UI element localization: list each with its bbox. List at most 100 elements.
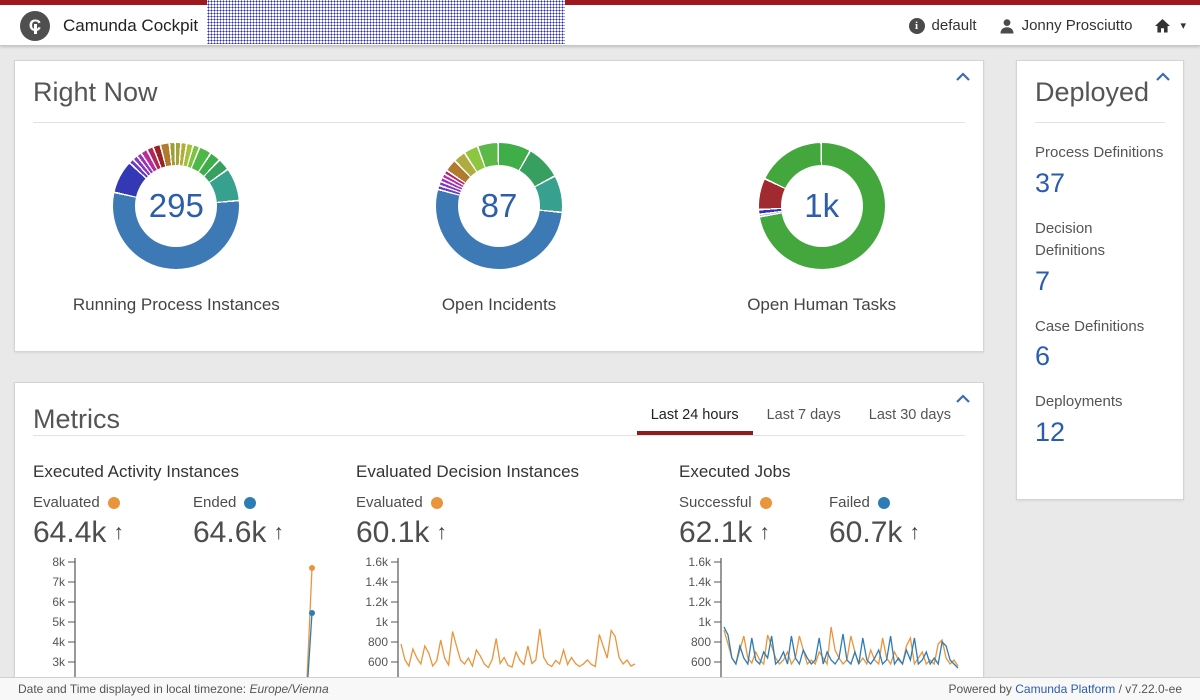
- open-human-tasks-widget: 1k Open Human Tasks: [660, 143, 983, 315]
- app-title: Camunda Cockpit: [63, 15, 199, 35]
- caret-down-icon: ▾: [1180, 20, 1186, 32]
- svg-text:1.2k: 1.2k: [365, 595, 389, 609]
- executed-activity-instances-widget: Executed Activity Instances Evaluated En…: [33, 436, 356, 700]
- donut-count[interactable]: 87: [458, 165, 540, 247]
- deployed-item-label: Case Definitions: [1035, 317, 1145, 335]
- chevron-up-icon: [956, 71, 970, 81]
- legend-evaluated: Evaluated: [33, 494, 193, 511]
- metric-title: Evaluated Decision Instances: [356, 462, 580, 481]
- home-menu[interactable]: ▾: [1154, 18, 1186, 34]
- svg-text:800: 800: [368, 635, 388, 649]
- chevron-up-icon: [1156, 71, 1170, 81]
- process-definitions-count-link[interactable]: 37: [1035, 168, 1165, 199]
- svg-text:800: 800: [691, 635, 711, 649]
- deployed-item-label: Process Definitions: [1035, 144, 1164, 161]
- orange-dot-icon: [430, 496, 443, 509]
- deployed-item-deployments: Deployments 12: [1017, 391, 1183, 448]
- svg-text:1k: 1k: [375, 615, 389, 629]
- svg-text:6k: 6k: [52, 595, 66, 609]
- svg-text:5k: 5k: [52, 615, 66, 629]
- donut-count[interactable]: 295: [135, 165, 218, 247]
- collapse-metrics-button[interactable]: [953, 391, 973, 407]
- deployed-item-case-definitions: Case Definitions 6: [1017, 316, 1183, 373]
- trend-up-icon: ↑: [113, 521, 124, 544]
- divider: [33, 122, 965, 123]
- metrics-range-tabs: Last 24 hours Last 7 days Last 30 days: [636, 397, 965, 435]
- metric-total: 60.1k ↑: [356, 516, 447, 549]
- right-now-title: Right Now: [33, 77, 158, 107]
- metrics-title: Metrics: [33, 404, 120, 434]
- info-icon: i: [908, 17, 925, 34]
- decision-definitions-count-link[interactable]: 7: [1035, 266, 1165, 297]
- svg-text:1.2k: 1.2k: [688, 595, 712, 609]
- metrics-panel: Metrics Last 24 hours Last 7 days Last 3…: [14, 382, 984, 700]
- blue-dot-icon: [877, 496, 890, 509]
- deployed-item-decision-definitions: Decision Definitions 7: [1017, 218, 1183, 297]
- executed-jobs-widget: Executed Jobs Successful Failed 62.1k ↑ …: [679, 436, 979, 700]
- metric-title: Executed Activity Instances: [33, 462, 239, 481]
- svg-text:1.6k: 1.6k: [365, 555, 389, 569]
- svg-text:4k: 4k: [52, 635, 66, 649]
- redacted-area: [207, 0, 565, 44]
- user-icon: [1000, 18, 1014, 33]
- legend-failed: Failed: [829, 494, 979, 511]
- trend-up-icon: ↑: [436, 521, 447, 544]
- chevron-up-icon: [956, 393, 970, 403]
- top-navbar: C Camunda Cockpit i default Jonny Prosci…: [0, 0, 1200, 46]
- donut-label: Open Human Tasks: [747, 295, 897, 314]
- legend-successful: Successful: [679, 494, 829, 511]
- timezone-value: Europe/Vienna: [249, 682, 329, 696]
- metric-title: Executed Jobs: [679, 462, 791, 481]
- right-now-panel: Right Now 295 Running Process Instances …: [14, 60, 984, 352]
- powered-by: Powered by Camunda Platform / v7.22.0-ee: [948, 682, 1182, 696]
- timezone-note: Date and Time displayed in local timezon…: [18, 682, 329, 696]
- trend-up-icon: ↑: [759, 521, 770, 544]
- collapse-right-now-button[interactable]: [953, 69, 973, 85]
- home-icon: [1155, 18, 1171, 32]
- open-human-tasks-donut[interactable]: 1k: [758, 143, 885, 269]
- engine-label: default: [931, 17, 977, 34]
- svg-text:1k: 1k: [698, 615, 712, 629]
- tab-last-24-hours[interactable]: Last 24 hours: [636, 397, 753, 435]
- deployed-panel: Deployed Process Definitions 37 Decision…: [1016, 60, 1184, 500]
- engine-selector[interactable]: i default: [908, 17, 977, 34]
- metric-total: 62.1k ↑: [679, 516, 770, 549]
- svg-text:600: 600: [691, 655, 711, 669]
- running-process-instances-widget: 295 Running Process Instances: [15, 143, 338, 315]
- deployments-count-link[interactable]: 12: [1035, 417, 1165, 448]
- legend-evaluated: Evaluated: [356, 494, 516, 511]
- blue-dot-icon: [244, 496, 257, 509]
- donut-count[interactable]: 1k: [780, 165, 863, 247]
- orange-dot-icon: [759, 496, 772, 509]
- user-name: Jonny Prosciutto: [1021, 17, 1133, 34]
- metric-total: 64.4k ↑: [33, 516, 124, 549]
- svg-text:1.6k: 1.6k: [688, 555, 712, 569]
- trend-up-icon: ↑: [909, 521, 920, 544]
- trend-up-icon: ↑: [273, 521, 284, 544]
- camunda-platform-link[interactable]: Camunda Platform: [1015, 682, 1115, 696]
- camunda-logo-icon: C: [20, 10, 50, 41]
- tab-last-7-days[interactable]: Last 7 days: [753, 397, 855, 435]
- evaluated-decision-instances-widget: Evaluated Decision Instances Evaluated 6…: [356, 436, 679, 700]
- deployed-item-process-definitions: Process Definitions 37: [1017, 142, 1183, 199]
- collapse-deployed-button[interactable]: [1153, 69, 1173, 85]
- svg-text:600: 600: [368, 655, 388, 669]
- metric-total: 64.6k ↑: [193, 516, 284, 549]
- app-brand[interactable]: C Camunda Cockpit: [20, 5, 198, 46]
- deployed-title: Deployed: [1035, 77, 1150, 107]
- divider: [1035, 122, 1165, 123]
- version-label: / v7.22.0-ee: [1118, 682, 1182, 696]
- footer: Date and Time displayed in local timezon…: [0, 677, 1200, 700]
- case-definitions-count-link[interactable]: 6: [1035, 341, 1165, 372]
- svg-text:1.4k: 1.4k: [365, 575, 389, 589]
- svg-text:8k: 8k: [52, 555, 66, 569]
- tab-last-30-days[interactable]: Last 30 days: [855, 397, 965, 435]
- user-menu[interactable]: Jonny Prosciutto: [999, 17, 1133, 34]
- open-incidents-donut[interactable]: 87: [436, 143, 562, 269]
- open-incidents-widget: 87 Open Incidents: [338, 143, 661, 315]
- legend-ended: Ended: [193, 494, 353, 511]
- orange-dot-icon: [107, 496, 120, 509]
- running-process-instances-donut[interactable]: 295: [113, 143, 240, 269]
- donut-label: Running Process Instances: [72, 295, 280, 314]
- metric-total: 60.7k ↑: [829, 516, 920, 549]
